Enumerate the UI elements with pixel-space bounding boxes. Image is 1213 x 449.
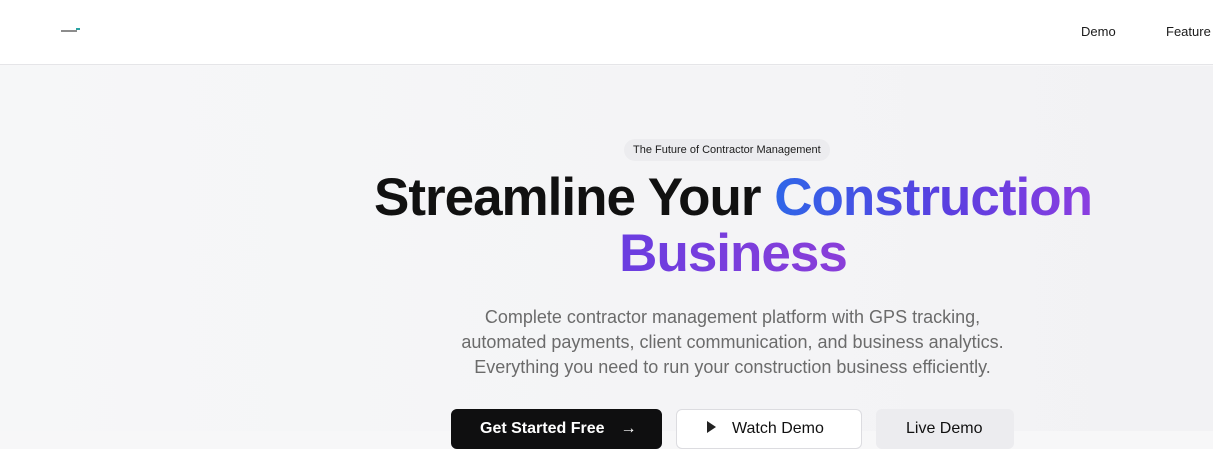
get-started-label: Get Started Free: [480, 420, 605, 437]
live-demo-label: Live Demo: [906, 420, 983, 437]
hero-description-line-3: Everything you need to run your construc…: [474, 357, 991, 377]
hero-description-line-1: Complete contractor management platform …: [484, 307, 981, 327]
top-navigation-bar: Demo Feature: [0, 0, 1213, 65]
watch-demo-button[interactable]: Watch Demo: [676, 409, 862, 449]
get-started-button[interactable]: Get Started Free →: [451, 409, 662, 449]
headline-highlight-construction: Construction: [774, 168, 1093, 227]
nav-link-features[interactable]: Feature: [1166, 24, 1211, 40]
live-demo-button[interactable]: Live Demo: [876, 409, 1014, 449]
nav-link-demo[interactable]: Demo: [1081, 24, 1116, 40]
watch-demo-label: Watch Demo: [732, 420, 824, 437]
hero-description: Complete contractor management platform …: [440, 305, 1025, 380]
hero-tagline-badge: The Future of Contractor Management: [624, 139, 830, 161]
arrow-right-icon: →: [620, 420, 637, 437]
hero-headline: Streamline Your Construction Business: [363, 170, 1103, 282]
hero-description-line-2: automated payments, client communication…: [461, 332, 1004, 352]
headline-highlight-business: Business: [619, 224, 848, 283]
company-logo[interactable]: [60, 27, 82, 35]
headline-part-1: Streamline Your: [373, 168, 775, 227]
